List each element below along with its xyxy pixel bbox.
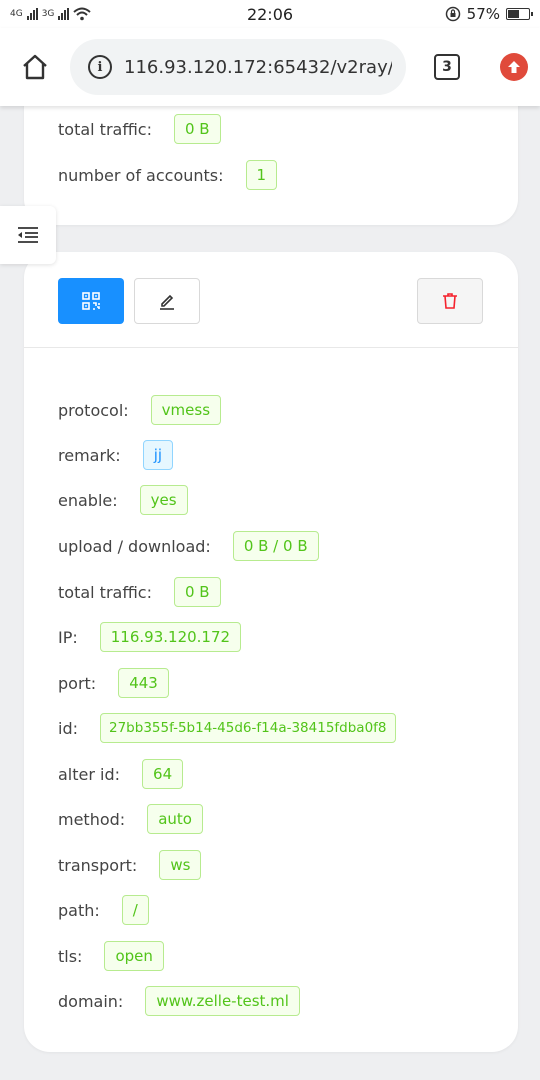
field-value: ws <box>159 850 202 880</box>
field-value: www.zelle-test.ml <box>145 986 300 1016</box>
signal-icon <box>26 8 38 20</box>
field-value: yes <box>139 485 188 515</box>
field-value: 116.93.120.172 <box>99 622 242 652</box>
browser-toolbar: i 116.93.120.172:65432/v2ray/ac 3 <box>0 28 540 106</box>
field-row-domain: domain: www.zelle-test.ml <box>58 986 300 1016</box>
summary-row: number of accounts: 1 <box>58 160 278 190</box>
url-text: 116.93.120.172:65432/v2ray/ac <box>124 56 392 78</box>
edit-icon <box>160 294 174 310</box>
wifi-icon <box>73 7 92 21</box>
field-value: 0 B / 0 B <box>232 531 319 561</box>
field-row-transport: transport: ws <box>58 850 202 880</box>
signal-icon-2 <box>58 8 70 20</box>
field-value: 443 <box>118 668 169 698</box>
status-bar: 4G 3G 22:06 57% <box>0 0 540 28</box>
qrcode-icon <box>82 292 100 310</box>
edit-button[interactable] <box>134 278 200 324</box>
tabs-button[interactable]: 3 <box>406 28 488 106</box>
field-row-id: id: 27bb355f-5b14-45d6-f14a-38415fdba0f8 <box>58 713 396 743</box>
network-type-1: 4G <box>10 9 23 19</box>
home-button[interactable] <box>0 28 70 106</box>
field-label: upload / download: <box>58 536 211 556</box>
field-value: open <box>104 941 164 971</box>
field-value: 27bb355f-5b14-45d6-f14a-38415fdba0f8 <box>100 713 396 743</box>
address-bar[interactable]: i 116.93.120.172:65432/v2ray/ac <box>70 39 406 95</box>
tab-count: 3 <box>434 54 460 80</box>
network-type-2: 3G <box>41 9 55 19</box>
field-value: vmess <box>150 395 222 425</box>
field-label: enable: <box>58 490 118 510</box>
field-row-total-traffic: total traffic: 0 B <box>58 577 221 607</box>
field-row-protocol: protocol: vmess <box>58 395 222 425</box>
battery-icon <box>506 8 533 20</box>
field-value: auto <box>147 804 203 834</box>
field-label: alter id: <box>58 764 121 784</box>
home-icon <box>23 54 47 80</box>
field-value: jj <box>142 440 174 470</box>
field-row-path: path: / <box>58 895 149 925</box>
field-label: IP: <box>58 627 78 647</box>
qrcode-button[interactable] <box>58 278 124 324</box>
field-label: transport: <box>58 855 138 875</box>
field-label: protocol: <box>58 400 129 420</box>
field-label: total traffic: <box>58 582 152 602</box>
menu-fold-icon <box>18 227 38 243</box>
field-value: / <box>121 895 149 925</box>
card-divider <box>24 347 518 348</box>
menu-toggle-button[interactable] <box>0 206 56 264</box>
update-button[interactable] <box>488 28 540 106</box>
account-card: protocol: vmess remark: jj enable: yes u… <box>24 252 518 1052</box>
summary-row: total traffic: 0 B <box>58 114 221 144</box>
field-row-alter-id: alter id: 64 <box>58 759 184 789</box>
field-label: method: <box>58 809 126 829</box>
signal-indicators: 4G 3G <box>10 7 92 21</box>
field-label: remark: <box>58 445 121 465</box>
delete-button[interactable] <box>417 278 483 324</box>
field-row-upload-download: upload / download: 0 B / 0 B <box>58 531 319 561</box>
update-icon <box>500 53 528 81</box>
field-row-ip: IP: 116.93.120.172 <box>58 622 242 652</box>
field-value: 64 <box>142 759 184 789</box>
field-label: port: <box>58 673 97 693</box>
info-icon[interactable]: i <box>88 55 112 79</box>
field-row-method: method: auto <box>58 804 203 834</box>
row-value: 0 B <box>173 114 221 144</box>
field-row-tls: tls: open <box>58 941 164 971</box>
field-label: id: <box>58 718 78 738</box>
rotation-lock-icon <box>445 6 460 22</box>
field-label: path: <box>58 900 100 920</box>
row-label: total traffic: <box>58 119 152 139</box>
field-row-port: port: 443 <box>58 668 169 698</box>
field-row-enable: enable: yes <box>58 485 188 515</box>
field-value: 0 B <box>173 577 221 607</box>
row-value: 1 <box>245 160 278 190</box>
field-label: tls: <box>58 946 83 966</box>
field-label: domain: <box>58 991 124 1011</box>
field-row-remark: remark: jj <box>58 440 174 470</box>
trash-icon <box>443 293 457 309</box>
battery-percent: 57% <box>466 5 500 23</box>
row-label: number of accounts: <box>58 165 224 185</box>
